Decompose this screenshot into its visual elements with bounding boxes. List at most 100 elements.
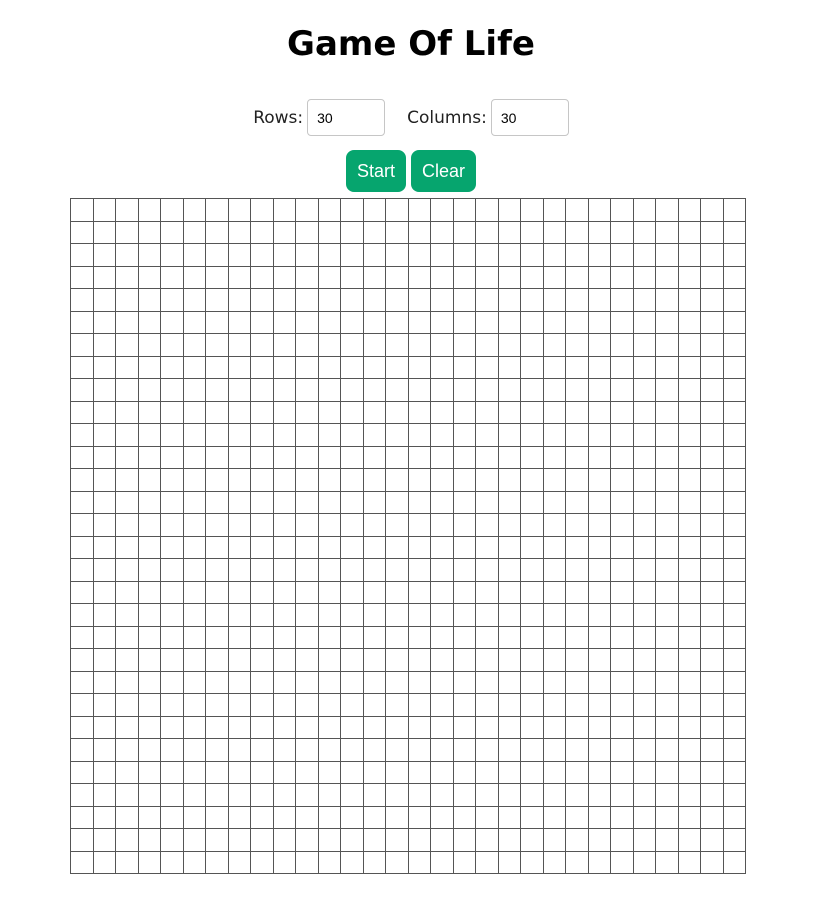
grid-cell[interactable] — [386, 761, 409, 784]
grid-cell[interactable] — [183, 221, 206, 244]
grid-cell[interactable] — [296, 761, 319, 784]
grid-cell[interactable] — [251, 851, 274, 874]
grid-cell[interactable] — [476, 356, 499, 379]
grid-cell[interactable] — [633, 694, 656, 717]
grid-cell[interactable] — [566, 221, 589, 244]
grid-cell[interactable] — [138, 221, 161, 244]
grid-cell[interactable] — [543, 694, 566, 717]
grid-cell[interactable] — [588, 469, 611, 492]
grid-cell[interactable] — [161, 244, 184, 267]
grid-cell[interactable] — [318, 469, 341, 492]
grid-cell[interactable] — [678, 626, 701, 649]
grid-cell[interactable] — [273, 806, 296, 829]
grid-cell[interactable] — [701, 334, 724, 357]
grid-cell[interactable] — [341, 221, 364, 244]
grid-cell[interactable] — [183, 244, 206, 267]
grid-cell[interactable] — [476, 806, 499, 829]
grid-cell[interactable] — [723, 469, 746, 492]
grid-cell[interactable] — [228, 424, 251, 447]
grid-cell[interactable] — [723, 244, 746, 267]
grid-cell[interactable] — [521, 356, 544, 379]
grid-cell[interactable] — [93, 559, 116, 582]
grid-cell[interactable] — [318, 536, 341, 559]
grid-cell[interactable] — [723, 199, 746, 222]
grid-cell[interactable] — [701, 289, 724, 312]
grid-cell[interactable] — [453, 536, 476, 559]
grid-cell[interactable] — [71, 694, 94, 717]
grid-cell[interactable] — [453, 626, 476, 649]
grid-cell[interactable] — [476, 739, 499, 762]
grid-cell[interactable] — [183, 829, 206, 852]
grid-cell[interactable] — [71, 559, 94, 582]
grid-cell[interactable] — [701, 739, 724, 762]
grid-cell[interactable] — [341, 739, 364, 762]
grid-cell[interactable] — [71, 581, 94, 604]
grid-cell[interactable] — [183, 559, 206, 582]
grid-cell[interactable] — [93, 784, 116, 807]
grid-cell[interactable] — [476, 671, 499, 694]
grid-cell[interactable] — [453, 244, 476, 267]
grid-cell[interactable] — [116, 761, 139, 784]
grid-cell[interactable] — [296, 199, 319, 222]
grid-cell[interactable] — [161, 469, 184, 492]
grid-cell[interactable] — [116, 739, 139, 762]
grid-cell[interactable] — [498, 446, 521, 469]
grid-cell[interactable] — [723, 784, 746, 807]
grid-cell[interactable] — [363, 199, 386, 222]
grid-cell[interactable] — [678, 469, 701, 492]
grid-cell[interactable] — [228, 244, 251, 267]
grid-cell[interactable] — [341, 244, 364, 267]
grid-cell[interactable] — [633, 581, 656, 604]
grid-cell[interactable] — [633, 829, 656, 852]
grid-cell[interactable] — [453, 469, 476, 492]
grid-cell[interactable] — [183, 469, 206, 492]
grid-cell[interactable] — [723, 694, 746, 717]
grid-cell[interactable] — [611, 491, 634, 514]
grid-cell[interactable] — [251, 784, 274, 807]
grid-cell[interactable] — [161, 581, 184, 604]
grid-cell[interactable] — [183, 784, 206, 807]
grid-cell[interactable] — [678, 334, 701, 357]
grid-cell[interactable] — [588, 806, 611, 829]
grid-cell[interactable] — [611, 244, 634, 267]
grid-cell[interactable] — [183, 266, 206, 289]
grid-cell[interactable] — [701, 694, 724, 717]
grid-cell[interactable] — [566, 806, 589, 829]
grid-cell[interactable] — [678, 221, 701, 244]
grid-cell[interactable] — [656, 401, 679, 424]
grid-cell[interactable] — [251, 401, 274, 424]
grid-cell[interactable] — [386, 604, 409, 627]
grid-cell[interactable] — [228, 469, 251, 492]
grid-cell[interactable] — [296, 581, 319, 604]
grid-cell[interactable] — [183, 694, 206, 717]
grid-cell[interactable] — [656, 289, 679, 312]
grid-cell[interactable] — [408, 581, 431, 604]
grid-cell[interactable] — [386, 514, 409, 537]
grid-cell[interactable] — [408, 761, 431, 784]
grid-cell[interactable] — [296, 604, 319, 627]
grid-cell[interactable] — [453, 401, 476, 424]
grid-cell[interactable] — [701, 671, 724, 694]
grid-cell[interactable] — [701, 806, 724, 829]
grid-cell[interactable] — [386, 626, 409, 649]
grid-cell[interactable] — [656, 311, 679, 334]
grid-cell[interactable] — [116, 266, 139, 289]
grid-cell[interactable] — [611, 559, 634, 582]
grid-cell[interactable] — [453, 716, 476, 739]
grid-cell[interactable] — [633, 604, 656, 627]
grid-cell[interactable] — [71, 334, 94, 357]
grid-cell[interactable] — [386, 221, 409, 244]
grid-cell[interactable] — [71, 379, 94, 402]
grid-cell[interactable] — [656, 469, 679, 492]
grid-cell[interactable] — [116, 649, 139, 672]
grid-cell[interactable] — [251, 244, 274, 267]
grid-cell[interactable] — [476, 469, 499, 492]
grid-cell[interactable] — [498, 784, 521, 807]
grid-cell[interactable] — [116, 716, 139, 739]
grid-cell[interactable] — [521, 379, 544, 402]
grid-cell[interactable] — [566, 289, 589, 312]
grid-cell[interactable] — [588, 356, 611, 379]
grid-cell[interactable] — [296, 266, 319, 289]
grid-cell[interactable] — [296, 626, 319, 649]
grid-cell[interactable] — [701, 311, 724, 334]
